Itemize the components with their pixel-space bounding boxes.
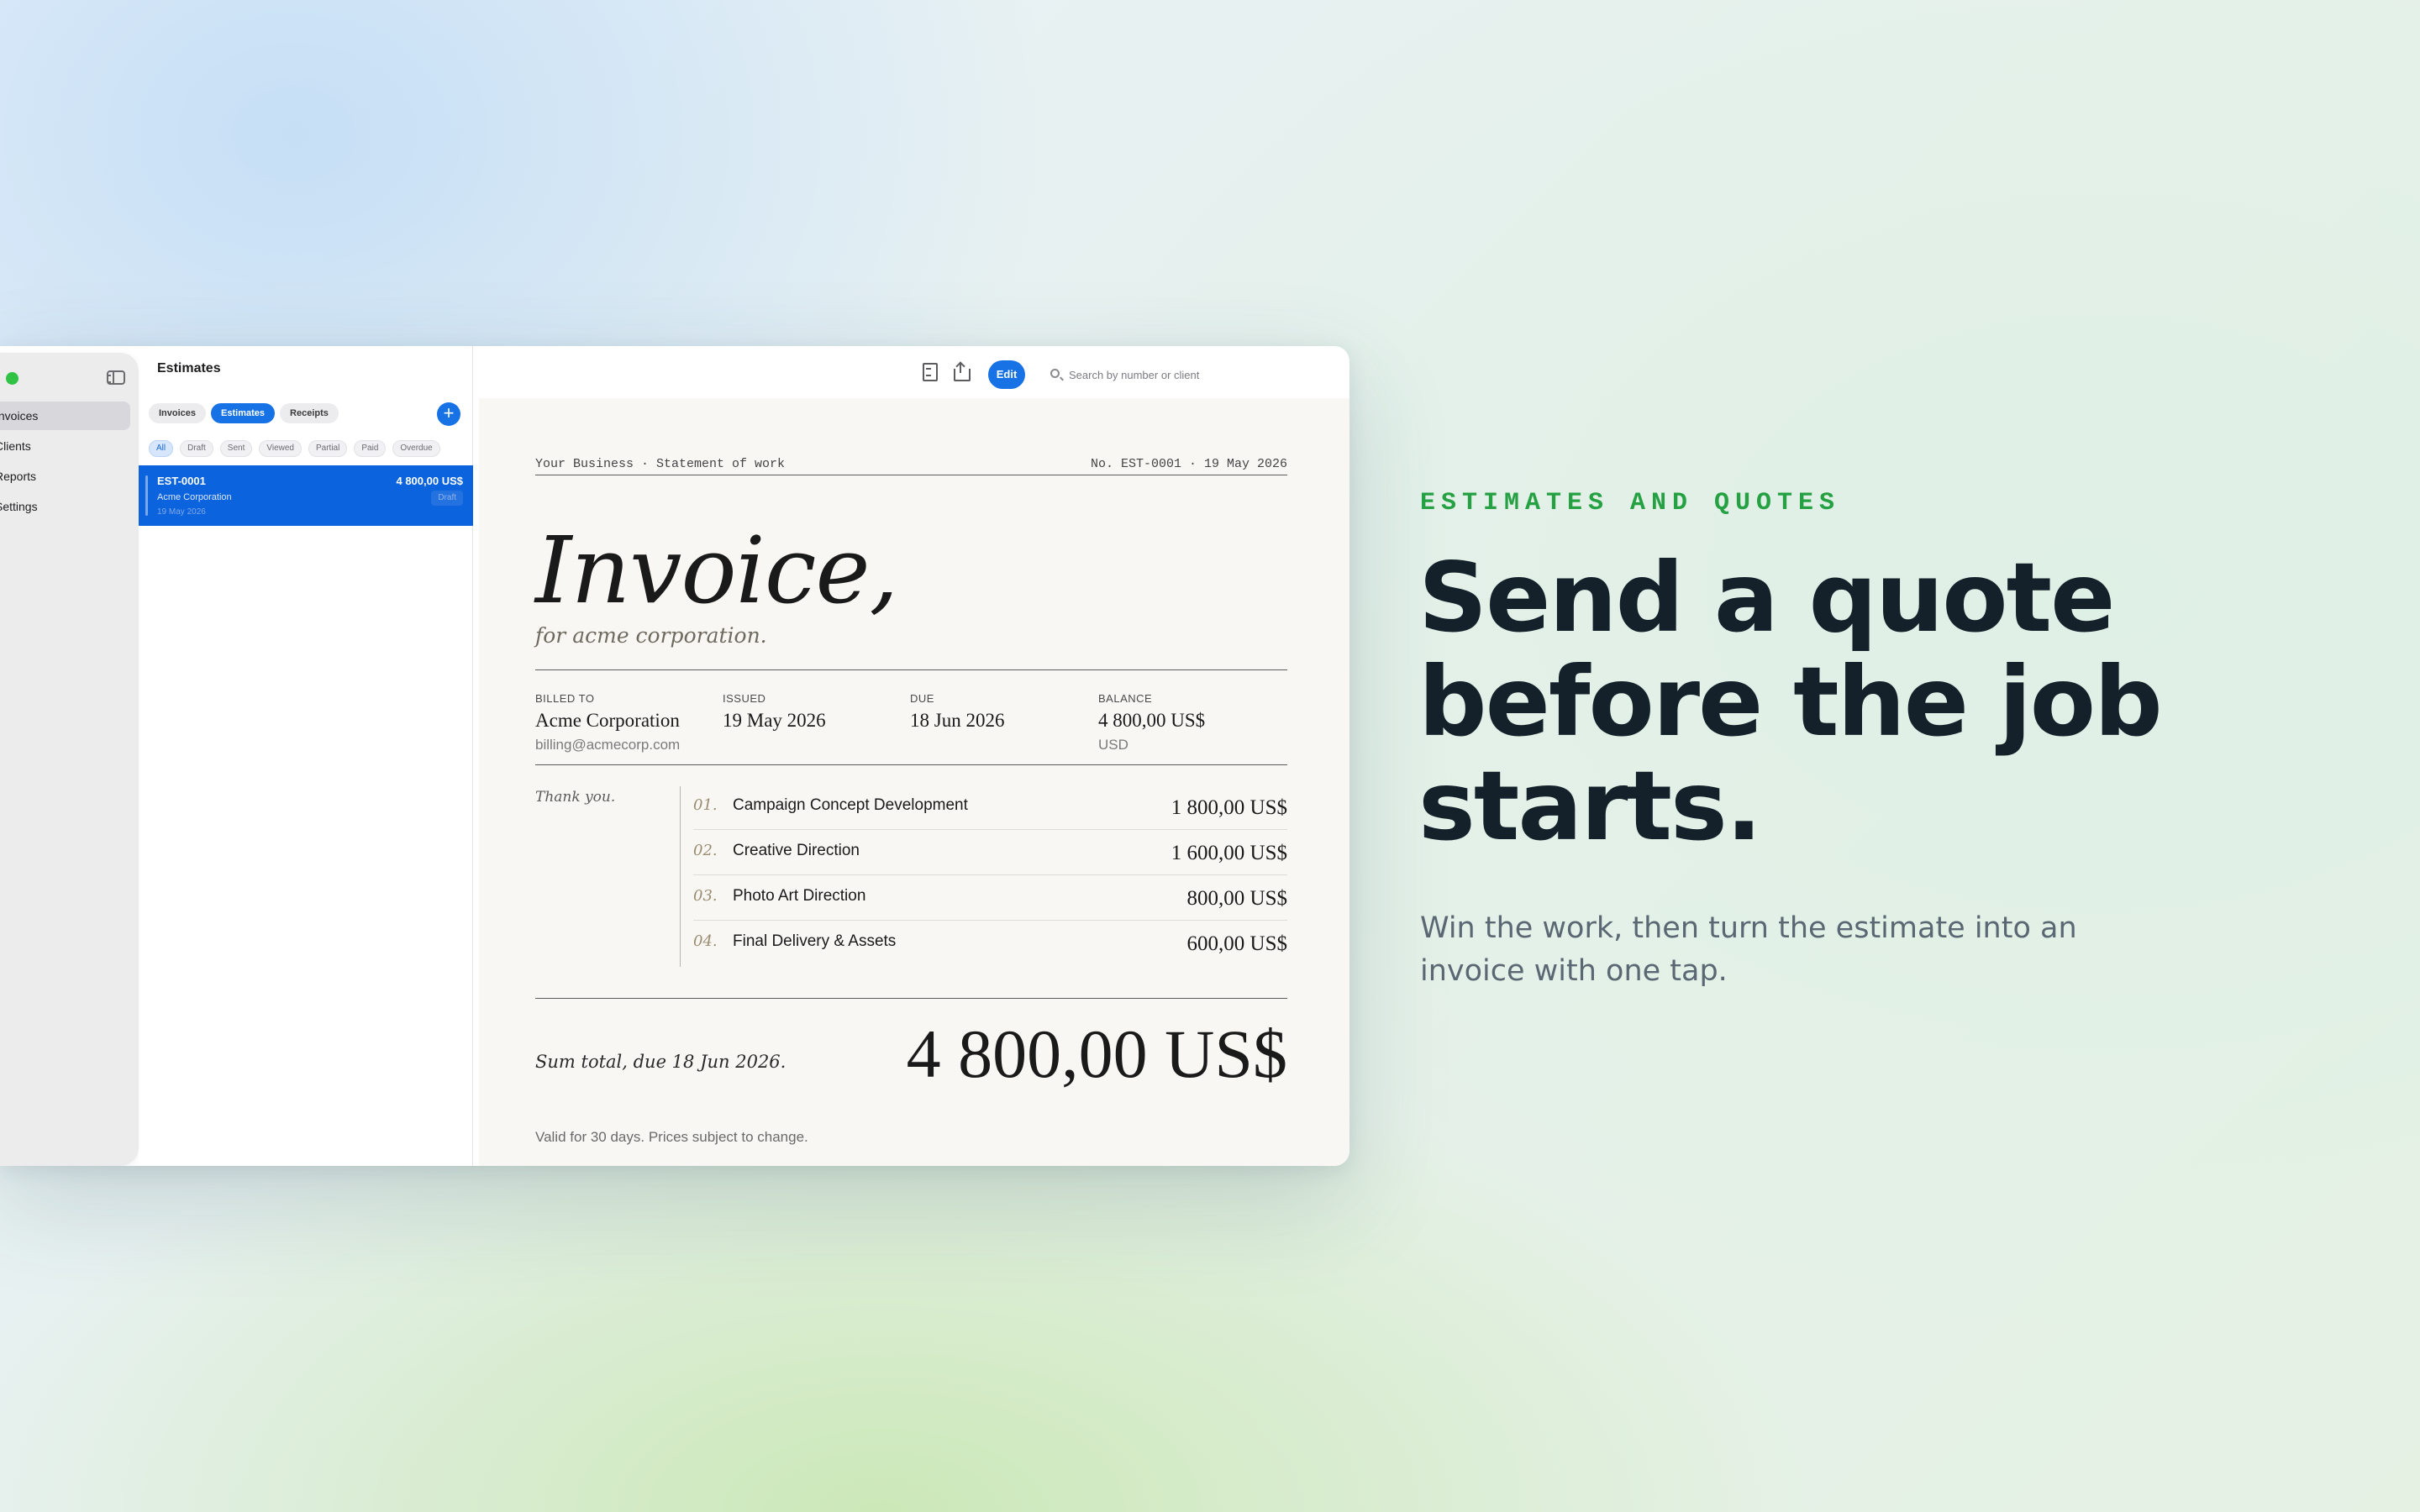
line-items: 01. Campaign Concept Development 1 800,0…	[693, 785, 1287, 966]
status-badge: Draft	[431, 491, 463, 506]
app-window: Invoices Clients Reports Settings Estima…	[0, 346, 1349, 1166]
headline: Send a quote before the job starts.	[1418, 546, 2259, 858]
document-icon[interactable]	[919, 361, 938, 381]
line-item-amount: 800,00 US$	[1186, 887, 1287, 910]
thank-you-note: Thank you.	[535, 789, 616, 806]
balance-currency: USD	[1098, 737, 1128, 753]
section-eyebrow: ESTIMATES AND QUOTES	[1420, 489, 1841, 517]
line-item: 04. Final Delivery & Assets 600,00 US$	[693, 921, 1287, 966]
filter-overdue[interactable]: Overdue	[392, 440, 440, 457]
issued-label: ISSUED	[723, 692, 766, 705]
document-preview: Your Business · Statement of work No. ES…	[479, 398, 1349, 1166]
tab-receipts[interactable]: Receipts	[280, 403, 339, 423]
billed-to-label: BILLED TO	[535, 692, 595, 705]
line-item-number: 04.	[693, 932, 718, 950]
search-icon	[1050, 369, 1060, 378]
sum-total-amount: 4 800,00 US$	[906, 1016, 1287, 1092]
sidebar-item-settings[interactable]: Settings	[0, 492, 130, 521]
divider	[535, 998, 1287, 999]
line-item-number: 02.	[693, 842, 718, 859]
sidebar-nav: Invoices Clients Reports Settings	[0, 402, 130, 522]
line-item-amount: 600,00 US$	[1186, 932, 1287, 955]
search-field[interactable]	[1040, 358, 1343, 391]
issued-value: 19 May 2026	[723, 710, 826, 731]
share-icon[interactable]	[951, 361, 971, 381]
line-item-description: Photo Art Direction	[733, 887, 866, 905]
filter-viewed[interactable]: Viewed	[259, 440, 302, 457]
balance-label: BALANCE	[1098, 692, 1153, 705]
filter-paid[interactable]: Paid	[354, 440, 387, 457]
line-item-description: Campaign Concept Development	[733, 796, 968, 814]
search-input[interactable]	[1069, 366, 1321, 383]
headline-line: Send a quote	[1418, 542, 2115, 654]
divider	[535, 669, 1287, 670]
document-title: Invoice,	[535, 517, 899, 624]
business-line: Your Business · Statement of work	[535, 457, 786, 471]
validity-note: Valid for 30 days. Prices subject to cha…	[535, 1129, 808, 1145]
estimates-list-pane: Estimates Invoices Estimates Receipts + …	[139, 346, 473, 1166]
divider	[535, 764, 1287, 765]
line-items-rule	[680, 786, 681, 967]
filter-all[interactable]: All	[149, 440, 174, 457]
headline-line: before the job	[1418, 646, 2163, 758]
line-item: 01. Campaign Concept Development 1 800,0…	[693, 785, 1287, 830]
sidebar-item-invoices[interactable]: Invoices	[0, 402, 130, 430]
tab-estimates[interactable]: Estimates	[211, 403, 276, 423]
status-filters: All Draft Sent Viewed Partial Paid Overd…	[149, 440, 473, 457]
line-item-amount: 1 800,00 US$	[1171, 796, 1287, 819]
subheadline: Win the work, then turn the estimate int…	[1420, 911, 2077, 988]
list-title: Estimates	[157, 361, 221, 375]
billed-to-value: Acme Corporation	[535, 710, 680, 731]
estimate-date: 19 May 2026	[157, 507, 206, 517]
line-item-description: Creative Direction	[733, 842, 860, 859]
edit-button[interactable]: Edit	[988, 360, 1025, 389]
filter-partial[interactable]: Partial	[308, 440, 348, 457]
filter-draft[interactable]: Draft	[180, 440, 213, 457]
headline-line: starts.	[1418, 750, 1762, 862]
line-item-description: Final Delivery & Assets	[733, 932, 897, 950]
share-arrow	[955, 361, 965, 371]
line-item: 03. Photo Art Direction 800,00 US$	[693, 875, 1287, 921]
tab-invoices[interactable]: Invoices	[149, 403, 207, 423]
due-value: 18 Jun 2026	[910, 710, 1005, 731]
billed-to-block: BILLED TO Acme Corporation billing@acmec…	[535, 692, 720, 753]
sidebar-item-clients[interactable]: Clients	[0, 432, 130, 460]
estimate-amount: 4 800,00 US$	[396, 475, 463, 487]
sidebar-item-reports[interactable]: Reports	[0, 462, 130, 491]
document-header: Your Business · Statement of work No. ES…	[535, 457, 1287, 471]
document-type-tabs: Invoices Estimates Receipts	[149, 403, 339, 423]
selection-indicator	[145, 475, 148, 516]
document-subtitle: for acme corporation.	[535, 623, 767, 648]
balance-block: BALANCE 4 800,00 US$ USD	[1098, 692, 1283, 753]
line-item: 02. Creative Direction 1 600,00 US$	[693, 830, 1287, 875]
balance-value: 4 800,00 US$	[1098, 710, 1206, 731]
issued-block: ISSUED 19 May 2026	[723, 692, 908, 732]
add-estimate-button[interactable]: +	[437, 402, 460, 426]
list-item-selected[interactable]: EST-0001 4 800,00 US$ Acme Corporation 1…	[139, 465, 473, 526]
sidebar: Invoices Clients Reports Settings	[0, 353, 139, 1166]
due-label: DUE	[910, 692, 934, 705]
line-item-amount: 1 600,00 US$	[1171, 842, 1287, 864]
billed-to-email: billing@acmecorp.com	[535, 737, 681, 753]
due-block: DUE 18 Jun 2026	[910, 692, 1095, 732]
window-zoom-button[interactable]	[6, 372, 18, 385]
line-item-number: 01.	[693, 796, 718, 814]
sum-total-label: Sum total, due 18 Jun 2026.	[535, 1052, 786, 1072]
estimate-number: EST-0001	[157, 475, 206, 487]
estimate-client: Acme Corporation	[157, 492, 232, 502]
document-number-line: No. EST-0001 · 19 May 2026	[1090, 457, 1287, 471]
line-item-number: 03.	[693, 887, 718, 905]
sidebar-toggle-icon[interactable]	[107, 370, 125, 385]
filter-sent[interactable]: Sent	[219, 440, 253, 457]
